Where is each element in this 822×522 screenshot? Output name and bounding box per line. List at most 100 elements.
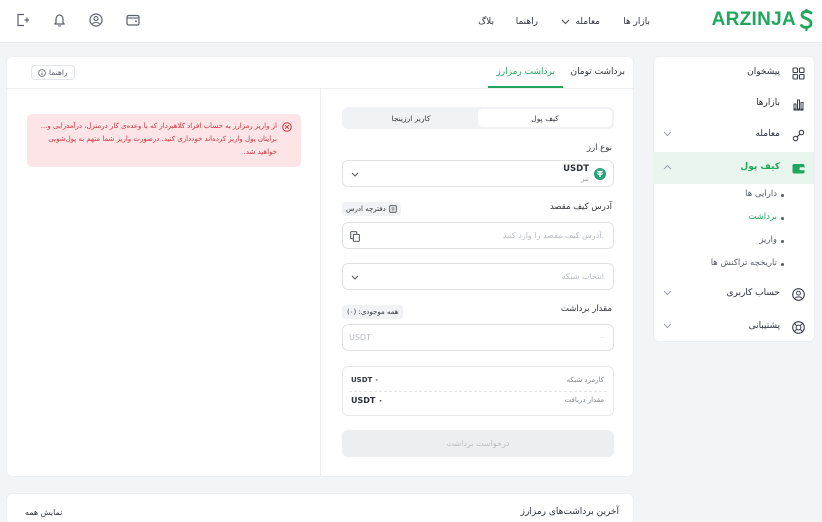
- logo-text: ARZINJA: [711, 9, 796, 30]
- mode-internal-label: کاربر ارزینجا: [391, 113, 431, 123]
- mode-toggle: کیف پول کاربر ارزینجا: [342, 107, 614, 129]
- receive-label: مقدار دریافت: [564, 396, 604, 404]
- exchange-icon: [792, 129, 805, 142]
- network-placeholder: انتخاب شبکه: [561, 272, 604, 281]
- book-icon: [389, 205, 397, 213]
- mode-wallet-button[interactable]: کیف پول: [478, 109, 612, 127]
- currency-name: تتر: [581, 175, 589, 183]
- nav-blog[interactable]: بلاگ: [478, 0, 494, 43]
- amount-input[interactable]: USDT ۰: [342, 324, 614, 351]
- amount-label: مقدار برداشت: [560, 304, 612, 314]
- sidebar-item-markets[interactable]: بازارها: [653, 88, 814, 120]
- brand-logo[interactable]: ARZINJA: [712, 7, 814, 33]
- sidebar-item-support[interactable]: پشتیبانی: [653, 311, 814, 343]
- address-placeholder: آدرس کیف مقصد را وارد کنید.: [502, 231, 604, 240]
- bullet-dot: [781, 263, 784, 266]
- top-bar: ARZINJA بازار ها معامله راهنما بلاگ: [0, 0, 822, 43]
- paste-icon[interactable]: [350, 231, 360, 242]
- address-book-button[interactable]: دفترچه ادرس: [342, 202, 401, 216]
- nav-trade[interactable]: معامله: [561, 0, 600, 43]
- sidebar-item-label: معامله: [755, 129, 780, 139]
- nav-markets-label: بازار ها: [623, 16, 650, 27]
- sidebar-sub-assets[interactable]: دارایی ها: [653, 184, 814, 206]
- tab-toman[interactable]: برداشت تومان: [570, 67, 625, 77]
- fee-value: USDT ۰: [351, 376, 380, 384]
- submit-label: درخواست برداشت: [446, 439, 510, 448]
- withdraw-card: برداشت تومان برداشت رمزارز راهنما از وار…: [6, 56, 634, 477]
- chevron-down-icon: [562, 19, 570, 24]
- sidebar-item-account[interactable]: حساب کاربری: [653, 278, 814, 310]
- tab-crypto[interactable]: برداشت رمزارز: [488, 57, 563, 88]
- max-balance-button[interactable]: همه موجودی: (۰): [342, 305, 404, 319]
- currency-symbol: USDT: [563, 164, 589, 174]
- logo-s-icon: [800, 9, 813, 31]
- sidebar-sub-label: برداشت: [748, 212, 777, 222]
- nav-trade-label: معامله: [575, 16, 600, 27]
- address-label: آدرس کیف مقصد: [549, 202, 612, 212]
- chevron-up-icon: [663, 164, 672, 170]
- warning-text: از واریز رمزارز به حساب افراد کلاهبردار …: [40, 122, 277, 156]
- chevron-down-icon: [663, 131, 672, 137]
- chevron-down-icon: [351, 275, 359, 280]
- summary-box: کارمزد شبکه USDT ۰ مقدار دریافت USDT ۰: [342, 366, 614, 416]
- nav-guide-label: راهنما: [515, 16, 538, 27]
- sidebar-item-label: بازارها: [756, 98, 780, 108]
- nav-blog-label: بلاگ: [478, 16, 494, 27]
- support-icon: [792, 321, 805, 334]
- tether-icon: [594, 168, 606, 180]
- wallet-top-icon[interactable]: [125, 12, 141, 28]
- tab-crypto-label: برداشت رمزارز: [496, 67, 555, 77]
- mode-wallet-label: کیف پول: [531, 113, 559, 123]
- sidebar-item-wallet[interactable]: کیف پول: [653, 152, 814, 184]
- profile-icon[interactable]: [88, 12, 104, 28]
- help-button[interactable]: راهنما: [31, 65, 75, 80]
- panel-divider: [320, 89, 321, 477]
- sidebar-sub-label: تاریخچه تراکنش ها: [710, 258, 777, 268]
- address-input[interactable]: آدرس کیف مقصد را وارد کنید.: [342, 222, 614, 249]
- user-icon: [792, 288, 805, 301]
- sidebar-sub-label: واریز: [759, 235, 777, 245]
- withdraw-tabs: برداشت تومان برداشت رمزارز راهنما: [7, 57, 633, 89]
- network-select[interactable]: انتخاب شبکه: [342, 263, 614, 290]
- summary-divider: [349, 391, 607, 392]
- bullet-dot: [781, 217, 784, 220]
- info-icon: [38, 68, 46, 77]
- bell-icon[interactable]: [51, 12, 67, 28]
- show-all-link[interactable]: نمایش همه: [25, 508, 62, 517]
- sidebar-item-dashboard[interactable]: پیشخوان: [653, 57, 814, 89]
- chevron-down-icon: [351, 172, 359, 177]
- address-book-label: دفترچه ادرس: [346, 205, 386, 213]
- fee-label: کارمزد شبکه: [566, 376, 604, 384]
- chart-icon: [793, 99, 804, 111]
- wallet-icon: [792, 164, 805, 174]
- currency-select[interactable]: USDT تتر: [342, 160, 614, 187]
- history-card: آخرین برداشت‌های رمزارز نمایش همه: [6, 493, 634, 522]
- error-circle-icon: [282, 122, 292, 132]
- nav-guide[interactable]: راهنما: [516, 0, 538, 43]
- amount-unit: USDT: [349, 333, 371, 342]
- currency-label: نوع ارز: [586, 143, 612, 153]
- sidebar-item-label: حساب کاربری: [726, 288, 780, 298]
- chevron-down-icon: [663, 323, 672, 329]
- sidebar-sub-withdraw[interactable]: برداشت: [653, 207, 814, 229]
- sidebar-item-label: پیشخوان: [747, 67, 780, 77]
- receive-value: USDT ۰: [351, 396, 384, 405]
- bullet-dot: [781, 194, 784, 197]
- dashboard-icon: [792, 67, 805, 80]
- nav-markets[interactable]: بازار ها: [623, 0, 650, 43]
- sidebar-sub-deposit[interactable]: واریز: [653, 230, 814, 252]
- sidebar-item-label: کیف پول: [740, 162, 780, 172]
- mode-internal-button[interactable]: کاربر ارزینجا: [344, 109, 478, 127]
- logout-icon[interactable]: [14, 12, 30, 28]
- sidebar: پیشخوان بازارها معامله کیف پول دارایی ها…: [653, 56, 815, 342]
- sidebar-item-label: پشتیبانی: [748, 321, 780, 331]
- history-title: آخرین برداشت‌های رمزارز: [520, 507, 619, 517]
- balance-label: همه موجودی: (۰): [347, 308, 399, 316]
- submit-withdraw-button[interactable]: درخواست برداشت: [342, 430, 614, 457]
- amount-value: ۰: [599, 333, 604, 342]
- sidebar-sub-label: دارایی ها: [745, 189, 777, 199]
- warning-box: از واریز رمزارز به حساب افراد کلاهبردار …: [27, 114, 301, 167]
- sidebar-item-trade[interactable]: معامله: [653, 119, 814, 151]
- bullet-dot: [781, 240, 784, 243]
- sidebar-sub-history[interactable]: تاریخچه تراکنش ها: [653, 253, 814, 275]
